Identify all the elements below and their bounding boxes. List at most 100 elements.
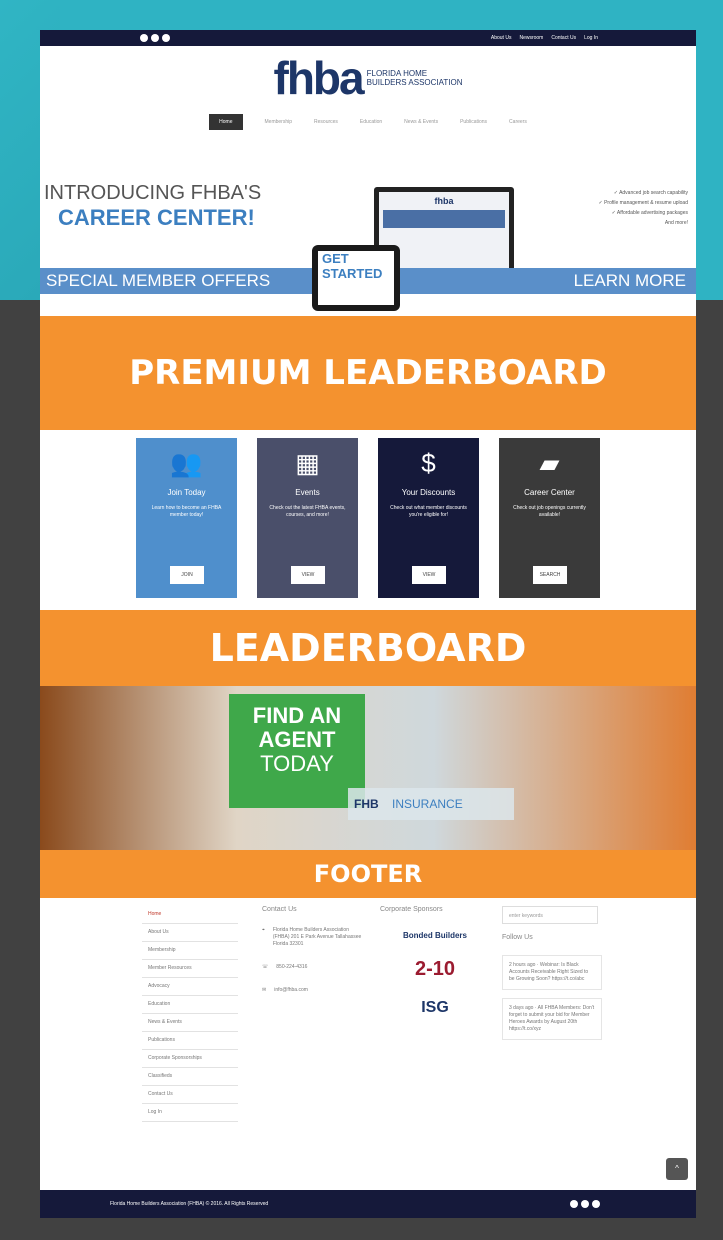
email-icon: ✉ [262,987,267,993]
nav-news-events[interactable]: News & Events [404,119,438,125]
insurance-text: INSURANCE [392,797,463,811]
box-events: ▦ Events Check out the latest FHBA event… [257,438,358,598]
premium-leaderboard-banner: PREMIUM LEADERBOARD [40,316,696,430]
top-link-about[interactable]: About Us [491,35,512,41]
get-started-label: GET STARTED [322,251,383,281]
search-input[interactable]: enter keywords [502,906,598,924]
events-view-button[interactable]: VIEW [291,566,325,584]
top-links: About Us Newsroom Contact Us Log In [491,35,598,41]
footer-menu: Home About Us Membership Member Resource… [142,906,238,1122]
instagram-icon[interactable] [162,34,170,42]
sponsor-isg[interactable]: ISG [380,999,490,1017]
box-desc: Learn how to become an FHBA member today… [151,505,222,518]
dollar-icon: $ [421,448,436,478]
box-desc: Check out what member discounts you're e… [390,505,467,518]
footer-link[interactable]: News & Events [142,1014,238,1032]
social-icons [140,34,170,42]
discounts-view-button[interactable]: VIEW [412,566,446,584]
users-icon: 👥 [170,448,203,478]
nav-careers[interactable]: Careers [509,119,527,125]
footer-link[interactable]: Publications [142,1032,238,1050]
footer-link[interactable]: Membership [142,942,238,960]
footer-link[interactable]: Member Resources [142,960,238,978]
find-agent-ad[interactable]: FIND AN AGENT TODAY FHB INSURANCE [40,686,696,850]
nav-membership[interactable]: Membership [265,119,293,125]
fhb-text: FHB [354,797,379,811]
contact-address: ⌖ Florida Home Builders Association (FHB… [262,927,362,948]
top-link-newsroom[interactable]: Newsroom [519,35,543,41]
hero-bullet-2: ✓ Profile management & resume upload [598,200,688,206]
sponsors-heading: Corporate Sponsors [380,906,443,913]
map-pin-icon: ⌖ [262,927,265,933]
nav-resources[interactable]: Resources [314,119,338,125]
top-link-contact[interactable]: Contact Us [551,35,576,41]
tweet-card[interactable]: 3 days ago · All FHBA Members: Don't for… [502,998,602,1040]
twitter-icon[interactable] [581,1200,589,1208]
box-join-today: 👥 Join Today Learn how to become an FHBA… [136,438,237,598]
hero-slider[interactable]: INTRODUCING FHBA'S CAREER CENTER! fhba ✓… [40,132,696,311]
sponsor-2-10[interactable]: 2-10 [380,958,490,981]
footer-banner: FOOTER [40,850,696,898]
footer-link[interactable]: Education [142,996,238,1014]
nav-education[interactable]: Education [360,119,382,125]
box-title: Your Discounts [401,488,456,497]
tweet-card[interactable]: 2 hours ago · Webinar: Is Black Accounts… [502,955,602,990]
logo-wordmark: fhba [273,52,365,104]
ad-line3: TODAY [260,751,334,776]
site-footer: Home About Us Membership Member Resource… [40,898,696,1200]
leaderboard-banner: LEADERBOARD [40,610,696,686]
top-link-login[interactable]: Log In [584,35,598,41]
footer-contact: Contact Us ⌖ Florida Home Builders Assoc… [262,906,362,1010]
footer-link[interactable]: Classifieds [142,1068,238,1086]
site-logo[interactable]: fhba FLORIDA HOME BUILDERS ASSOCIATION [40,46,696,110]
box-title: Events [295,488,320,497]
career-search-button[interactable]: SEARCH [533,566,567,584]
feature-boxes: 👥 Join Today Learn how to become an FHBA… [40,430,696,610]
footer-follow: enter keywords Follow Us 2 hours ago · W… [502,906,612,1048]
footer-link[interactable]: Home [142,906,238,924]
join-button[interactable]: JOIN [170,566,204,584]
hero-bullet-4: And more! [664,220,688,226]
sponsor-bonded-builders[interactable]: Bonded Builders [380,931,490,940]
bottom-bar: Florida Home Builders Association (FHBA)… [40,1190,696,1218]
instagram-icon[interactable] [592,1200,600,1208]
website-frame: About Us Newsroom Contact Us Log In fhba… [40,30,696,1218]
hero-line2: CAREER CENTER! [58,205,255,230]
footer-link[interactable]: About Us [142,924,238,942]
hero-bullet-3: ✓ Affordable advertising packages [611,210,688,216]
calendar-icon: ▦ [295,448,320,478]
address-text: Florida Home Builders Association (FHBA)… [272,927,362,947]
special-offers-link[interactable]: SPECIAL MEMBER OFFERS [46,271,270,291]
nav-home[interactable]: Home [209,114,243,130]
footer-link[interactable]: Contact Us [142,1086,238,1104]
footer-sponsors: Corporate Sponsors Bonded Builders 2-10 … [380,906,490,1035]
get-started-button[interactable]: GET STARTED [312,245,400,311]
book-icon: ▰ [539,448,560,478]
scroll-to-top-button[interactable]: ^ [666,1158,688,1180]
follow-heading: Follow Us [502,934,533,941]
footer-link[interactable]: Advocacy [142,978,238,996]
learn-more-link[interactable]: LEARN MORE [574,271,686,291]
ad-line1: FIND AN [252,703,342,728]
contact-phone: ☏ 850-224-4316 [262,964,362,971]
phone-text[interactable]: 850-224-4316 [276,964,307,971]
main-nav: Home Membership Resources Education News… [40,112,696,132]
hero-headline: INTRODUCING FHBA'S CAREER CENTER! [44,182,261,231]
facebook-icon[interactable] [140,34,148,42]
hero-line1: INTRODUCING FHBA'S [44,182,262,204]
email-link[interactable]: info@fhba.com [274,987,308,994]
contact-heading: Contact Us [262,906,297,913]
footer-link[interactable]: Log In [142,1104,238,1122]
twitter-icon[interactable] [151,34,159,42]
nav-publications[interactable]: Publications [460,119,487,125]
footer-link[interactable]: Corporate Sponsorships [142,1050,238,1068]
find-agent-panel: FIND AN AGENT TODAY [229,694,365,808]
facebook-icon[interactable] [570,1200,578,1208]
box-title: Career Center [524,488,575,497]
logo-sub-line1: FLORIDA HOME [366,69,428,78]
box-title: Join Today [167,488,206,497]
box-discounts: $ Your Discounts Check out what member d… [378,438,479,598]
box-desc: Check out the latest FHBA events, course… [269,505,346,518]
footer-social-icons [570,1200,600,1208]
box-desc: Check out job openings currently availab… [513,505,586,518]
